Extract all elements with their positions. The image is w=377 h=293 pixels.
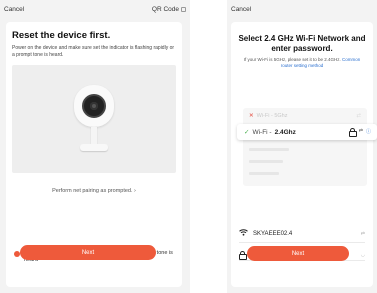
wifi-5g-row: ✕ Wi-Fi - 5Ghz ⇄ — [249, 113, 361, 119]
wifi-hint: If your Wi-Fi is 5GHz, please set it to … — [239, 57, 365, 69]
camera-stand — [91, 127, 97, 145]
wifi-hint-text: If your Wi-Fi is 5GHz, please set it to … — [243, 57, 341, 62]
page-title: Select 2.4 GHz Wi-Fi Network and enter p… — [238, 34, 366, 53]
wifi-24g-row: ✓ Wi-Fi - 2.4Ghz ⇄ ⓘ — [237, 124, 377, 140]
placeholder-line — [249, 160, 283, 163]
show-password-icon[interactable]: ◡ — [361, 252, 365, 258]
next-button[interactable]: Next — [20, 245, 156, 260]
qr-code-button[interactable]: QR Code — [152, 6, 186, 13]
switch-icon: ⇄ — [356, 113, 361, 119]
check-icon: ✓ — [244, 129, 250, 136]
reset-device-screen: Cancel QR Code Reset the device first. P… — [0, 0, 190, 293]
wifi-select-screen: Cancel Select 2.4 GHz Wi-Fi Network and … — [227, 0, 377, 293]
ssid-value: SKYAEEE02.4 — [253, 230, 293, 237]
qr-code-icon — [181, 7, 186, 12]
wifi-24g-band: 2.4Ghz — [274, 128, 296, 136]
lock-icon — [239, 250, 247, 260]
switch-network-icon[interactable]: ⇄ — [361, 231, 365, 237]
instruction-text: Power on the device and make sure set th… — [12, 45, 175, 58]
lock-icon — [348, 128, 357, 137]
camera-lens — [90, 102, 98, 110]
camera-lens-ring — [82, 94, 106, 118]
top-bar: Cancel — [227, 0, 377, 20]
camera-base — [80, 144, 108, 151]
cross-icon: ✕ — [249, 113, 254, 119]
cancel-button[interactable]: Cancel — [231, 6, 251, 13]
next-button[interactable]: Next — [247, 246, 349, 261]
page-title: Reset the device first. — [12, 30, 111, 41]
wifi-signal-icon: ⇄ — [358, 128, 363, 134]
top-bar: Cancel QR Code — [0, 0, 190, 20]
wifi-icon-graphic — [239, 229, 248, 236]
wifi-5g-label: Wi-Fi - 5Ghz — [256, 113, 288, 119]
wifi-24g-icons: ⇄ ⓘ — [348, 128, 371, 137]
wifi-icon — [239, 229, 248, 238]
net-pairing-link[interactable]: Perform net pairing as prompted. › — [6, 188, 182, 194]
wifi-band-illustration: ✕ Wi-Fi - 5Ghz ⇄ ✓ Wi-Fi - 2.4Ghz ⇄ ⓘ — [237, 108, 377, 186]
device-illustration — [12, 65, 176, 173]
camera-icon — [74, 85, 114, 127]
cancel-button[interactable]: Cancel — [4, 6, 24, 13]
placeholder-line — [249, 148, 289, 151]
qr-code-label: QR Code — [151, 6, 179, 13]
info-icon: ⓘ — [365, 129, 371, 135]
placeholder-line — [249, 172, 279, 175]
ssid-field[interactable]: SKYAEEE02.4 ⇄ — [239, 229, 365, 243]
wifi-24g-prefix: Wi-Fi - — [252, 128, 272, 136]
